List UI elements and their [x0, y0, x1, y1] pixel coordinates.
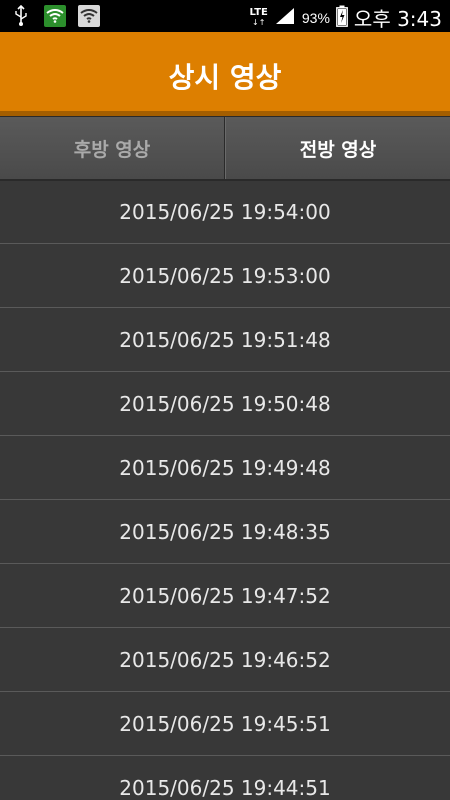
- tab-bar: 후방 영상 전방 영상: [0, 116, 450, 181]
- clock: 오후 3:43: [353, 7, 442, 31]
- list-item[interactable]: 2015/06/25 19:48:35: [0, 500, 450, 564]
- battery-percent: 93%: [301, 9, 330, 26]
- wifi-icon: [78, 5, 100, 27]
- list-item[interactable]: 2015/06/25 19:51:48: [0, 308, 450, 372]
- wifi-icon: [44, 5, 66, 27]
- page-title: 상시 영상: [168, 61, 282, 94]
- list-item[interactable]: 2015/06/25 19:45:51: [0, 692, 450, 756]
- status-bar-notifications: [10, 5, 100, 27]
- list-item[interactable]: 2015/06/25 19:53:00: [0, 244, 450, 308]
- list-item[interactable]: 2015/06/25 19:47:52: [0, 564, 450, 628]
- recording-list[interactable]: 2015/06/25 19:54:00 2015/06/25 19:53:00 …: [0, 180, 450, 800]
- list-item[interactable]: 2015/06/25 19:44:51: [0, 756, 450, 800]
- battery-icon: [336, 5, 348, 31]
- signal-icon: [274, 6, 296, 30]
- header: 상시 영상: [0, 32, 450, 116]
- list-item[interactable]: 2015/06/25 19:54:00: [0, 180, 450, 244]
- tab-rear-video[interactable]: 후방 영상: [0, 117, 225, 179]
- lte-icon: LTE ↓↑: [249, 6, 268, 27]
- status-bar-system: LTE ↓↑ 93% 오후 3:43: [250, 3, 442, 32]
- list-item[interactable]: 2015/06/25 19:46:52: [0, 628, 450, 692]
- status-bar: LTE ↓↑ 93% 오후 3:43: [0, 0, 450, 32]
- list-item[interactable]: 2015/06/25 19:50:48: [0, 372, 450, 436]
- tab-front-video[interactable]: 전방 영상: [225, 117, 450, 179]
- usb-icon: [10, 5, 32, 27]
- list-item[interactable]: 2015/06/25 19:49:48: [0, 436, 450, 500]
